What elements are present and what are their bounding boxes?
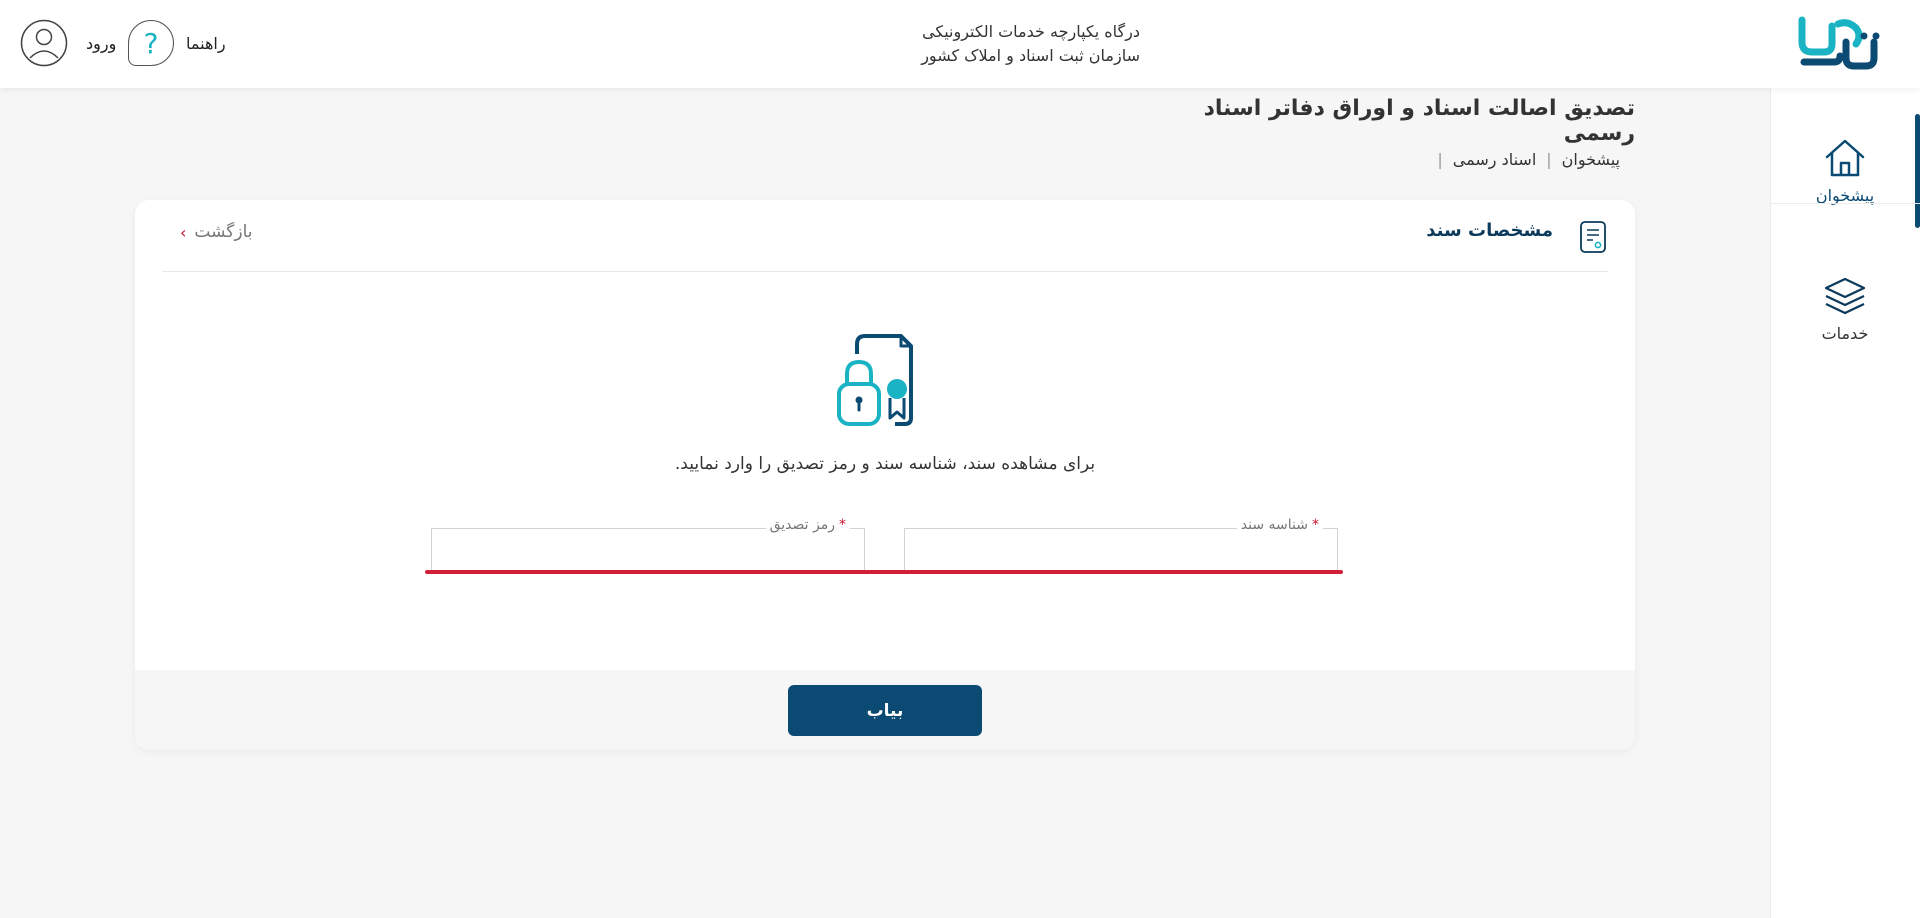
sidebar-item-label: خدمات [1821,323,1869,343]
sidebar-item-dashboard[interactable]: پیشخوان [1770,110,1920,230]
document-card: مشخصات سند بازگشت › برای مشاهده سند، شنا… [135,200,1635,750]
layers-icon [1824,277,1866,314]
login-button[interactable]: ورود [20,19,116,67]
breadcrumb: پیشخوان | اسناد رسمی | [1430,150,1620,169]
chevron-right-icon: › [180,222,187,242]
organization-title: سازمان ثبت اسناد و املاک کشور [921,46,1140,65]
document-id-field[interactable]: *شناسه سند [904,517,1338,572]
help-label: راهنما [186,33,226,53]
sidebar-item-label: پیشخوان [1815,185,1875,205]
portal-title: درگاه یکپارچه خدمات الکترونیکی [922,22,1140,41]
top-header: درگاه یکپارچه خدمات الکترونیکی سازمان ثب… [0,0,1920,88]
sabt-logo-icon[interactable] [1794,14,1884,72]
breadcrumb-separator: | [1437,150,1443,169]
card-title: مشخصات سند [1426,220,1553,241]
error-underline [425,570,1343,574]
help-icon: ? [128,20,174,66]
verification-code-field[interactable]: *رمز تصدیق [431,517,865,572]
document-icon [1580,221,1606,253]
instruction-text: برای مشاهده سند، شناسه سند و رمز تصدیق ر… [674,454,1096,474]
card-footer: بیاب [135,670,1635,750]
locked-document-icon [837,334,913,426]
help-button[interactable]: ? راهنما [128,20,226,66]
document-id-input[interactable] [905,529,1337,572]
header-titles: درگاه یکپارچه خدمات الکترونیکی سازمان ثب… [850,20,1140,68]
breadcrumb-item-dashboard[interactable]: پیشخوان [1562,150,1620,169]
user-avatar-icon [20,19,68,67]
login-label: ورود [86,33,117,53]
breadcrumb-item-official-docs[interactable]: اسناد رسمی [1453,150,1536,169]
verification-code-input[interactable] [432,529,864,572]
find-button[interactable]: بیاب [788,685,982,736]
home-icon [1825,139,1865,176]
back-label: بازگشت [194,222,253,242]
card-header: مشخصات سند بازگشت › [162,200,1608,272]
right-sidebar: پیشخوان خدمات [1770,88,1920,918]
page-title: تصدیق اصالت اسناد و اوراق دفاتر اسناد رس… [1203,96,1635,146]
sidebar-item-services[interactable]: خدمات [1770,248,1920,368]
breadcrumb-separator: | [1546,150,1552,169]
sidebar-divider [1770,203,1920,204]
back-button[interactable]: بازگشت › [180,222,252,242]
